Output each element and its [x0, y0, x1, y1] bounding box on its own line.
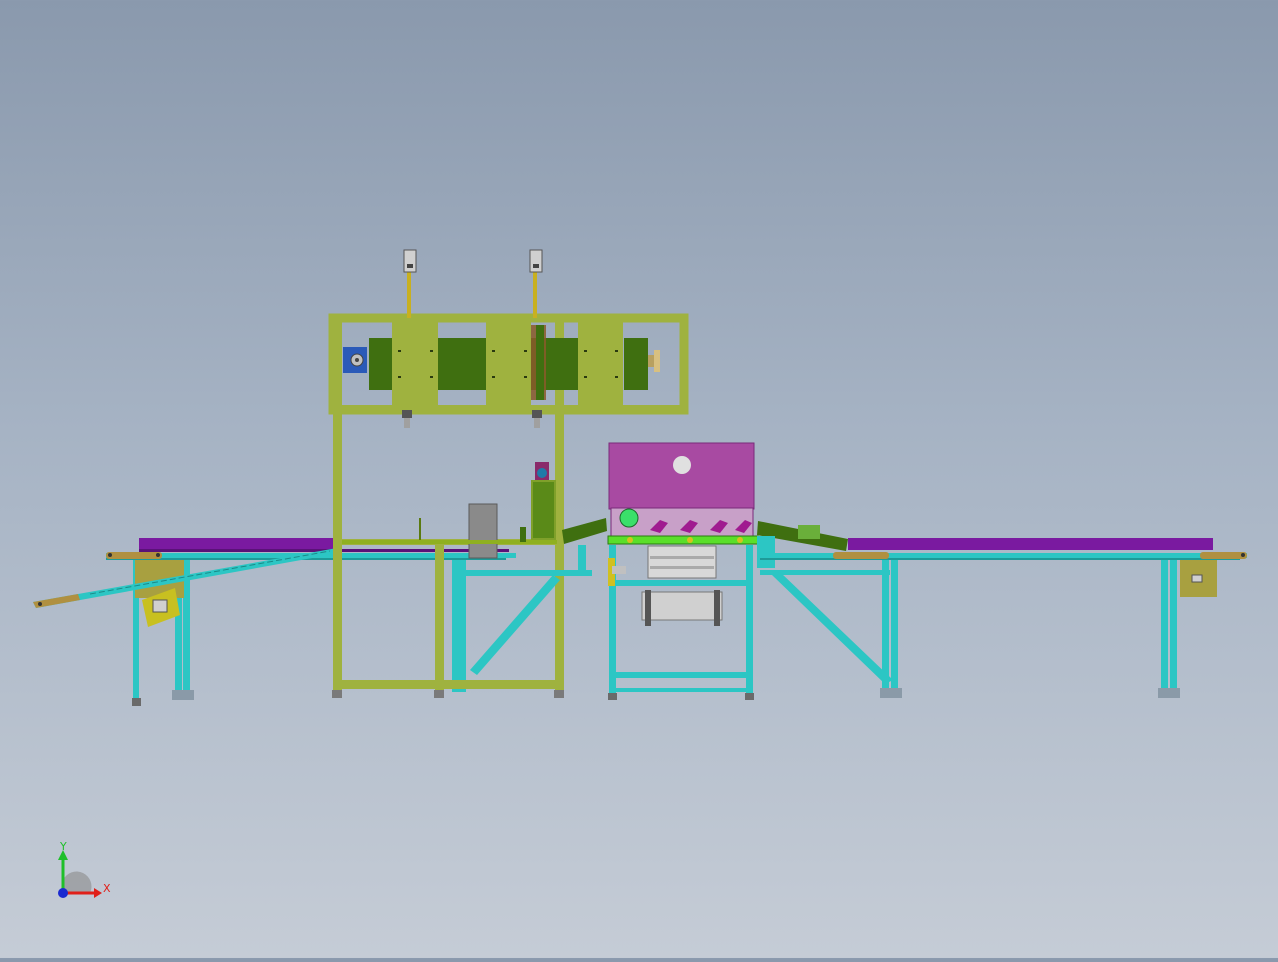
left-transfer-ramp	[562, 518, 607, 544]
green-sphere	[619, 508, 639, 528]
cylinder-rod	[407, 270, 411, 318]
right-conveyor-leg	[1161, 560, 1168, 690]
diagonal-brace	[470, 575, 560, 675]
cylinder-rod	[533, 270, 537, 318]
diagonal-brace	[772, 572, 893, 684]
cad-viewport[interactable]: Y X	[0, 0, 1278, 958]
gray-sensor-box	[468, 503, 498, 559]
press-plate	[624, 338, 648, 390]
gantry-leg	[435, 545, 444, 690]
housing-port	[673, 456, 691, 474]
coordinate-triad: Y X	[58, 840, 111, 898]
magenta-housing	[608, 442, 755, 510]
roller-drum	[647, 545, 717, 579]
x-axis-label: X	[103, 882, 111, 895]
press-plate	[438, 338, 486, 390]
right-conveyor[interactable]	[760, 538, 1247, 698]
right-conveyor-belt	[848, 538, 1213, 550]
left-conveyor-belt	[139, 538, 339, 550]
press-plate	[369, 338, 392, 390]
z-axis-dot	[58, 888, 68, 898]
machine-assembly-model[interactable]: Y X	[0, 0, 1278, 958]
y-axis-label: Y	[59, 840, 67, 853]
